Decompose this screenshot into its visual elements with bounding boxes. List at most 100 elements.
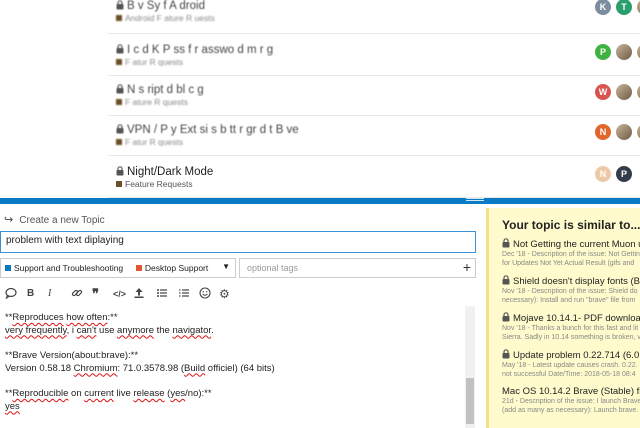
editor-line: very frequently, i can't use anymore the… — [5, 325, 471, 338]
similar-topic-desc: (add as many as necessary): Launch brave… — [502, 407, 639, 414]
editor-textarea[interactable]: **Reproduces how often:** very frequently… — [0, 304, 476, 428]
editor-line — [5, 337, 471, 350]
similar-topic-title[interactable]: Mojave 10.14.1- PDF download — [502, 312, 640, 324]
editor-line: **Reproduces how often:** — [5, 312, 471, 325]
similar-topic-desc: Nov '18 - Thanks a bunch for this fast a… — [502, 325, 639, 332]
topic-row[interactable]: N s ript d bl c gF ature R quests W — [108, 78, 640, 116]
category-select[interactable]: Support and Troubleshooting Desktop Supp… — [0, 258, 236, 278]
editor-text: : 71.0.3578.98 ( — [117, 362, 185, 374]
editor-line: Version 0.58.18 Chromium: 71.0.3578.98 (… — [5, 363, 471, 376]
topic-title[interactable]: I c d K P ss f r asswo d m r g — [116, 44, 273, 56]
topic-category[interactable]: Android F ature R uests — [116, 13, 215, 23]
topic-category[interactable]: F atur R quests — [116, 57, 183, 67]
similar-topic-item[interactable]: Shield doesn't display fonts (Br Nov '18 … — [502, 275, 640, 305]
topic-title[interactable]: VPN / P y Ext si s b tt r gr d t B ve — [116, 124, 299, 136]
emoji-icon[interactable] — [199, 287, 211, 301]
category-badge — [116, 15, 122, 21]
code-icon[interactable]: </> — [113, 287, 126, 301]
similar-topic-desc: not successful Date/Time: 2018-05-18 08:… — [502, 371, 636, 378]
add-tag-icon[interactable]: + — [463, 259, 471, 275]
editor-text: **Brave Version(about:brave):** — [5, 350, 139, 361]
avatar[interactable] — [616, 124, 632, 140]
similar-topic-title[interactable]: Not Getting the current Muon u — [502, 238, 640, 250]
avatar[interactable] — [616, 44, 632, 60]
gear-icon[interactable]: ⚙ — [219, 287, 230, 301]
similar-topics-title: Your topic is similar to... — [502, 218, 640, 232]
topic-category-text: F atur R quests — [125, 57, 184, 67]
composer-header-label: Create a new Topic — [19, 215, 105, 226]
topic-row[interactable]: Night/Dark Mode Feature Requests N P — [108, 160, 640, 198]
topic-category-text: F atur R quests — [125, 137, 184, 147]
similar-topic-desc: 21d - Description of the issue: I launch… — [502, 398, 640, 405]
similar-topic-item[interactable]: Update problem 0.22.714 (6.0.9 May '18 - … — [502, 349, 640, 379]
topic-category[interactable]: F ature R quests — [116, 97, 188, 107]
editor-line: **Reproducible on current live release (… — [5, 388, 471, 401]
topic-row[interactable]: I c d K P ss f r asswo d m r g F atur R … — [108, 38, 640, 76]
similar-topic-item[interactable]: Not Getting the current Muon u Dec '18 - … — [502, 238, 640, 268]
editor-text: on — [68, 388, 85, 399]
topic-category[interactable]: F atur R quests — [116, 137, 183, 147]
editor-text: use — [96, 324, 118, 336]
misspelled-word: release — [133, 388, 165, 399]
topic-title[interactable]: B v Sy f A droid — [116, 0, 205, 12]
similar-topic-title[interactable]: Mac OS 10.14.2 Brave (Stable) fr — [502, 386, 640, 397]
category-primary-label: Support and Troubleshooting — [14, 263, 124, 273]
caret-down-icon: ▼ — [222, 262, 230, 271]
lock-icon — [116, 0, 127, 12]
numbered-list-icon[interactable] — [178, 287, 190, 301]
editor-text: live — [113, 388, 134, 399]
avatar[interactable]: W — [595, 84, 611, 100]
misspelled-word: how often — [66, 312, 108, 323]
avatar[interactable]: K — [595, 0, 611, 15]
category-badge — [116, 139, 122, 145]
composer-header: ↪ Create a new Topic — [4, 213, 105, 226]
editor-text: officiel) (64 bits) — [205, 362, 275, 374]
topic-row[interactable]: VPN / P y Ext si s b tt r gr d t B ve F a… — [108, 118, 640, 156]
lock-icon — [502, 238, 513, 250]
speech-bubble-icon[interactable] — [5, 287, 17, 301]
avatar[interactable]: N — [595, 124, 611, 140]
avatar[interactable] — [616, 84, 632, 100]
avatar[interactable]: T — [616, 0, 632, 15]
scrollbar-thumb[interactable] — [466, 378, 474, 424]
avatar[interactable]: P — [595, 44, 611, 60]
category-badge — [116, 59, 122, 65]
editor-line — [5, 375, 471, 388]
topic-title-text: N s ript d bl c g — [127, 84, 204, 96]
topic-category-text: Feature Requests — [125, 179, 193, 189]
lock-icon — [116, 44, 127, 56]
topic-list: B v Sy f A droid Android F ature R uests K… — [0, 0, 640, 198]
quote-icon[interactable]: ❞ — [92, 287, 99, 301]
bullet-list-icon[interactable] — [156, 287, 168, 301]
misspelled-word: very frequently — [5, 324, 67, 336]
topic-title[interactable]: N s ript d bl c g — [116, 84, 204, 96]
avatar[interactable]: P — [616, 166, 632, 182]
similar-topic-title[interactable]: Update problem 0.22.714 (6.0.9 — [502, 349, 640, 361]
bold-icon[interactable]: B — [27, 287, 34, 301]
topic-title-input[interactable]: problem with text diplaying — [0, 231, 476, 253]
similar-topic-title[interactable]: Shield doesn't display fonts (Br — [502, 275, 640, 287]
similar-topic-item[interactable]: Mojave 10.14.1- PDF download Nov '18 - Th… — [502, 312, 640, 342]
italic-icon[interactable]: I — [48, 287, 51, 301]
topic-row[interactable]: B v Sy f A droid Android F ature R uests K… — [108, 0, 640, 34]
avatar[interactable]: N — [595, 166, 611, 182]
editor-text: /no):** — [185, 388, 212, 399]
editor-line: yes — [5, 401, 471, 414]
similar-topic-item[interactable]: Mac OS 10.14.2 Brave (Stable) fr 21d - De… — [502, 386, 640, 415]
editor-text: , i — [66, 324, 77, 336]
upload-icon[interactable] — [133, 287, 145, 301]
editor-scrollbar[interactable] — [465, 306, 475, 428]
misspelled-word: navigator — [172, 324, 212, 336]
lock-icon — [116, 84, 127, 96]
link-icon[interactable] — [71, 287, 83, 301]
topic-category[interactable]: Feature Requests — [116, 179, 193, 189]
tags-input[interactable]: optional tags + — [239, 258, 476, 278]
reply-arrow-icon: ↪ — [4, 214, 14, 226]
editor-toolbar: B I ❞ </> ⚙ — [0, 284, 484, 304]
similar-topic-desc: Dec '18 - Description of the issue: Not … — [502, 251, 640, 258]
misspelled-word: Chromium — [73, 362, 118, 374]
similar-topic-title-text: Shield doesn't display fonts (Br — [513, 276, 640, 287]
category-secondary-label: Desktop Support — [144, 263, 209, 273]
lock-icon — [502, 349, 513, 361]
topic-title[interactable]: Night/Dark Mode — [116, 166, 213, 178]
